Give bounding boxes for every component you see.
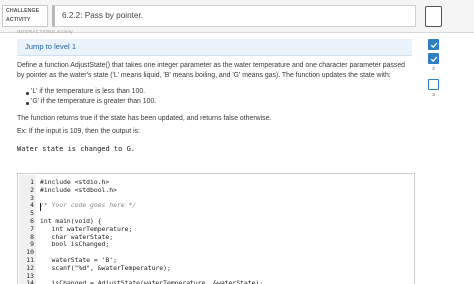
- line-number: 3: [30, 193, 34, 202]
- code-line[interactable]: #include <stdio.h>: [40, 178, 109, 186]
- description-line-2: by pointer as the water's state ('L' mea…: [17, 72, 391, 79]
- description-line-1: Define a function AdjustState() that tak…: [17, 62, 406, 69]
- line-number: 1: [30, 178, 34, 186]
- code-line[interactable]: waterState = 'B';: [40, 256, 117, 264]
- level-1-completed-check-icon[interactable]: [428, 39, 439, 50]
- code-editor[interactable]: 1 #include <stdio.h> 2 #include <stdbool.h>…: [17, 173, 415, 284]
- bullet-dot: [26, 102, 29, 105]
- code-line[interactable]: #include <stdbool.h>: [40, 186, 117, 194]
- challenge-label-line1: CHALLENGE: [6, 8, 40, 14]
- level-rail: [418, 33, 474, 284]
- bullet-dot: [26, 92, 29, 95]
- activity-header: CHALLENGE ACTIVITY 6.2.2: Pass by pointe…: [0, 0, 474, 33]
- bookmark-icon[interactable]: [425, 6, 442, 27]
- line-number: 12: [26, 263, 34, 272]
- line-number: 14: [26, 279, 34, 284]
- level-2-completed-check-icon[interactable]: [428, 53, 439, 64]
- bullet-liquid: 'L' if the temperature is less than 100.: [31, 88, 146, 95]
- example-description: Ex: If the input is 109, then the output…: [17, 128, 140, 135]
- challenge-activity-label: CHALLENGE ACTIVITY: [2, 5, 48, 27]
- code-line[interactable]: bool isChanged;: [40, 240, 110, 248]
- line-number: 8: [30, 232, 34, 241]
- text-cursor: [40, 203, 41, 211]
- jump-to-level-label[interactable]: Jump to level 1: [25, 42, 76, 51]
- code-line[interactable]: isChanged = AdjustState(waterTemperature…: [40, 279, 264, 284]
- activity-tag: INTERACTIONS activity: [17, 30, 73, 35]
- activity-title: 6.2.2: Pass by pointer.: [52, 5, 416, 27]
- code-line[interactable]: scanf("%d", &waterTemperature);: [40, 264, 171, 272]
- example-output: Water state is changed to G.: [17, 145, 136, 153]
- line-number: 4: [30, 201, 34, 210]
- code-line[interactable]: /* Your code goes here */: [40, 201, 136, 209]
- level-3-box[interactable]: [428, 79, 439, 90]
- return-description: The function returns true if the state h…: [17, 115, 272, 122]
- challenge-label-line2: ACTIVITY: [6, 17, 31, 23]
- line-number: 5: [30, 209, 34, 218]
- code-line[interactable]: char waterState;: [40, 233, 114, 241]
- line-number: 11: [26, 256, 34, 264]
- level-2-number: 2: [432, 66, 435, 71]
- code-line[interactable]: int main(void) {: [40, 217, 102, 225]
- code-line[interactable]: int waterTemperature;: [40, 225, 133, 233]
- level-3-number: 3: [432, 92, 435, 97]
- line-number: 13: [26, 271, 34, 280]
- line-number: 7: [30, 224, 34, 233]
- bullet-gas: 'G' if the temperature is greater than 1…: [31, 98, 157, 105]
- line-number: 9: [30, 240, 34, 249]
- jump-to-level-bar[interactable]: Jump to level 1: [17, 39, 412, 56]
- line-number: 6: [30, 217, 34, 225]
- line-number: 10: [26, 248, 34, 257]
- line-number: 2: [30, 185, 34, 194]
